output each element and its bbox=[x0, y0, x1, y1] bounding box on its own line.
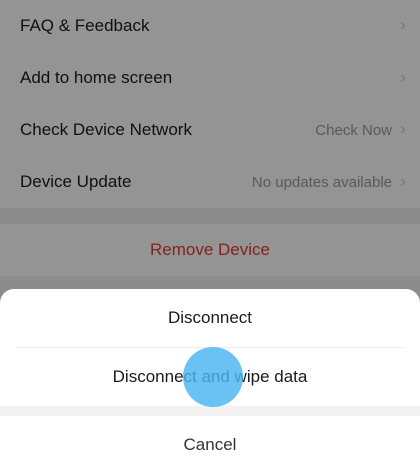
sheet-gap bbox=[0, 406, 420, 416]
touch-indicator bbox=[183, 347, 243, 407]
cancel-label: Cancel bbox=[183, 435, 237, 454]
cancel-button[interactable]: Cancel bbox=[0, 416, 420, 474]
disconnect-button[interactable]: Disconnect bbox=[0, 289, 420, 347]
disconnect-label: Disconnect bbox=[167, 308, 253, 327]
